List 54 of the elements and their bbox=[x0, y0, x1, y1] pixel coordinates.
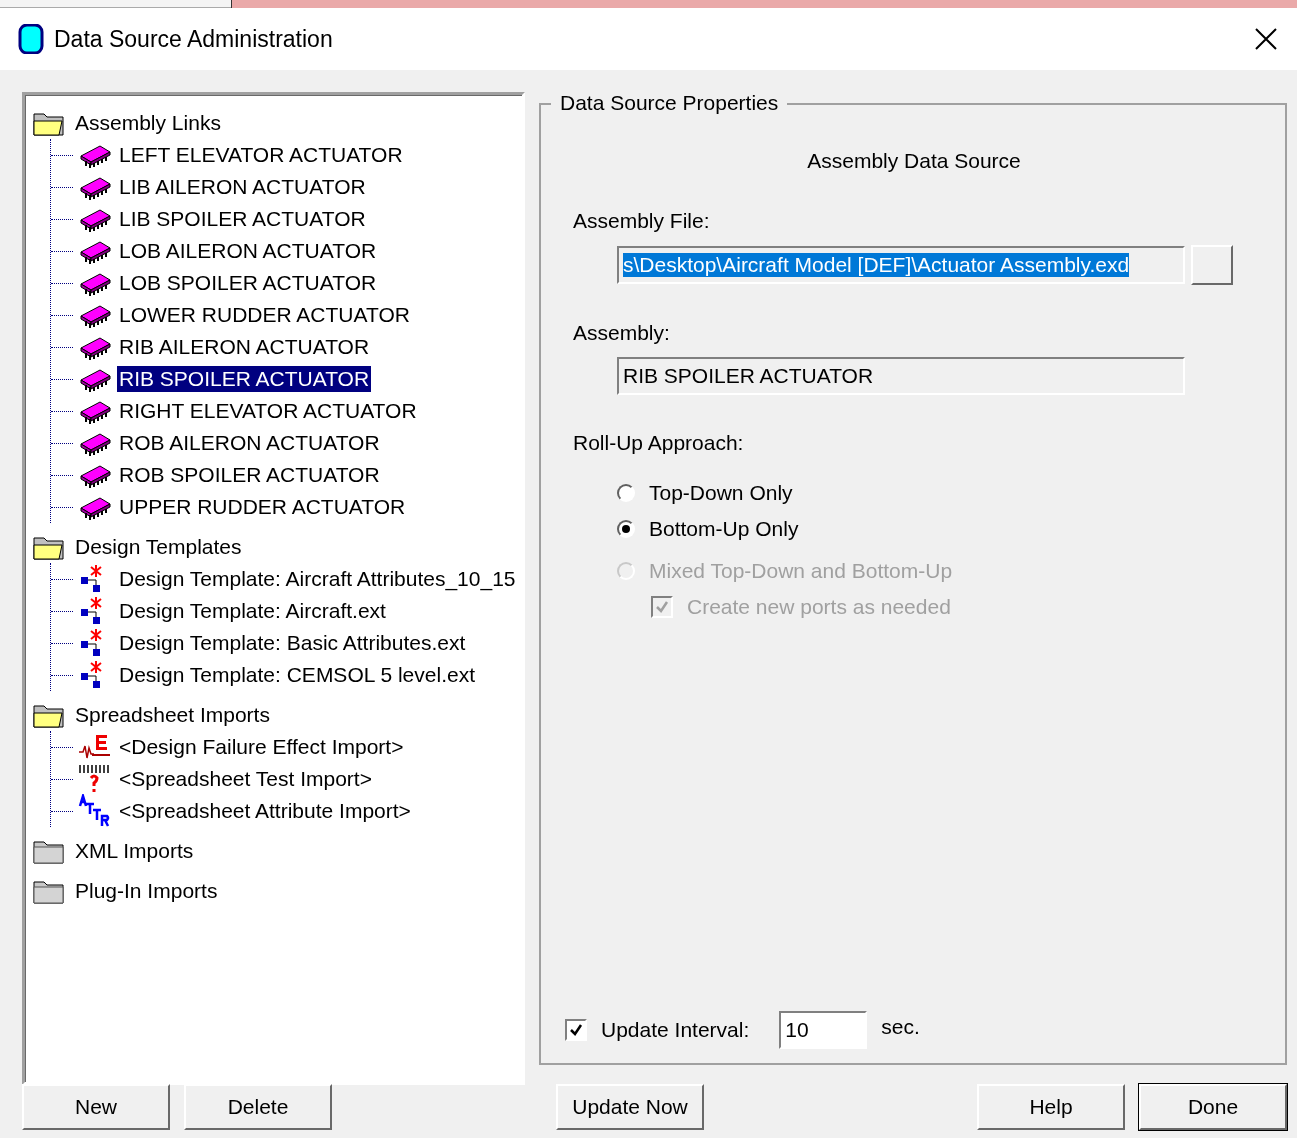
checkbox[interactable] bbox=[565, 1019, 587, 1041]
tree-item[interactable]: <Design Failure Effect Import> bbox=[117, 734, 406, 760]
dialog-button[interactable]: New bbox=[22, 1084, 170, 1130]
tree-item[interactable]: UPPER RUDDER ACTUATOR bbox=[117, 494, 408, 520]
field-label: Assembly File: bbox=[573, 209, 711, 233]
unit-label: sec. bbox=[881, 1015, 920, 1039]
checkbox-label: Update Interval: bbox=[601, 1018, 750, 1042]
dialog-button[interactable]: Help bbox=[977, 1084, 1125, 1130]
dialog-button[interactable]: Done bbox=[1139, 1084, 1287, 1130]
tree-item[interactable]: Design Template: Aircraft.ext bbox=[117, 598, 388, 624]
tree-item[interactable]: <Spreadsheet Test Import> bbox=[117, 766, 374, 792]
tree-folder[interactable]: Assembly Links bbox=[73, 110, 223, 136]
tree-item[interactable]: Design Template: CEMSOL 5 level.ext bbox=[117, 662, 477, 688]
radio-button[interactable] bbox=[617, 520, 635, 538]
checkbox-label: Create new ports as needed bbox=[687, 595, 951, 619]
tree-item[interactable]: ROB SPOILER ACTUATOR bbox=[117, 462, 382, 488]
tree-item[interactable]: LEFT ELEVATOR ACTUATOR bbox=[117, 142, 405, 168]
checkmark-icon bbox=[569, 1023, 583, 1037]
tree-item[interactable]: LOB AILERON ACTUATOR bbox=[117, 238, 379, 264]
attribute-icon bbox=[78, 794, 112, 828]
dialog-button[interactable]: Delete bbox=[184, 1084, 332, 1130]
tree-item[interactable]: ROB AILERON ACTUATOR bbox=[117, 430, 382, 456]
tree-item[interactable]: RIB AILERON ACTUATOR bbox=[117, 334, 372, 360]
radio-label: Top-Down Only bbox=[649, 481, 793, 505]
radio-label: Mixed Top-Down and Bottom-Up bbox=[649, 559, 953, 583]
tree-item[interactable]: Design Template: Basic Attributes.ext bbox=[117, 630, 468, 656]
tree-folder[interactable]: Design Templates bbox=[73, 534, 244, 560]
tree-item[interactable]: LIB AILERON ACTUATOR bbox=[117, 174, 368, 200]
tree-folder[interactable]: Spreadsheet Imports bbox=[73, 702, 272, 728]
window-title: Data Source Administration bbox=[54, 25, 334, 53]
tree-item[interactable]: <Spreadsheet Attribute Import> bbox=[117, 798, 413, 824]
assembly-field[interactable]: RIB SPOILER ACTUATOR bbox=[617, 357, 1185, 395]
dialog-button[interactable]: Update Now bbox=[556, 1084, 704, 1130]
section-heading: Assembly Data Source bbox=[806, 149, 1022, 173]
browse-button[interactable] bbox=[1191, 245, 1233, 285]
database-icon bbox=[18, 24, 44, 54]
interval-field[interactable]: 10 bbox=[779, 1011, 868, 1049]
tree-item[interactable]: LIB SPOILER ACTUATOR bbox=[117, 206, 368, 232]
radio-button[interactable] bbox=[617, 484, 635, 502]
tree-item[interactable]: LOWER RUDDER ACTUATOR bbox=[117, 302, 412, 328]
field-label: Roll-Up Approach: bbox=[573, 431, 745, 455]
radio-dot-icon bbox=[622, 525, 630, 533]
tree-item[interactable]: Design Template: Aircraft Attributes_10_15 bbox=[117, 566, 518, 592]
test-icon bbox=[78, 763, 112, 795]
file-path-field[interactable]: s\Desktop\Aircraft Model [DEF]\Actuator Assembly.exd bbox=[617, 246, 1185, 284]
checkmark-icon bbox=[655, 600, 669, 614]
field-label: Assembly: bbox=[573, 321, 671, 345]
tree-folder[interactable]: Plug-In Imports bbox=[73, 878, 220, 904]
tree-item[interactable]: RIGHT ELEVATOR ACTUATOR bbox=[117, 398, 419, 424]
tree-item[interactable]: LOB SPOILER ACTUATOR bbox=[117, 270, 379, 296]
tree-item[interactable]: RIB SPOILER ACTUATOR bbox=[117, 366, 372, 392]
close-button[interactable] bbox=[1253, 26, 1279, 52]
radio-label: Bottom-Up Only bbox=[649, 517, 799, 541]
tree-folder[interactable]: XML Imports bbox=[73, 838, 196, 864]
